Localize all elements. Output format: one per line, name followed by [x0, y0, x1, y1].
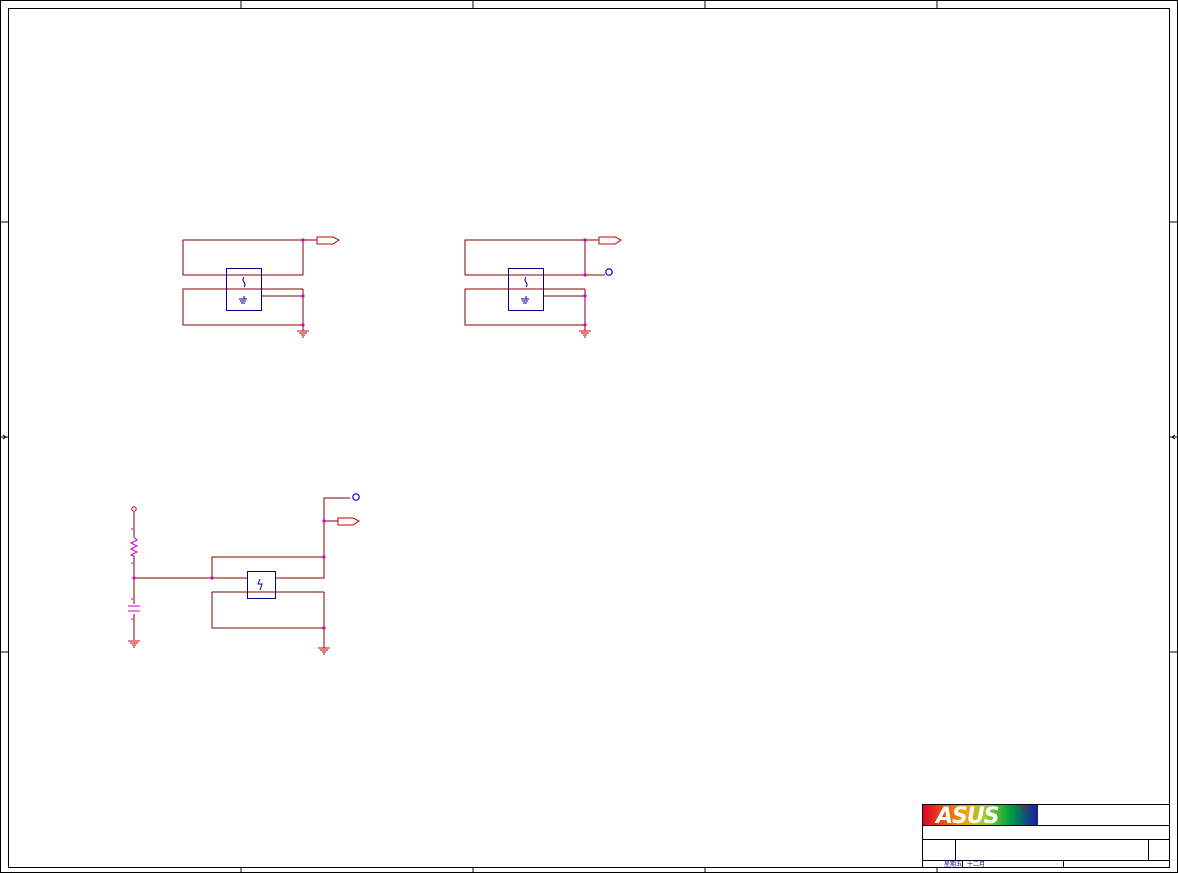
- test-point[interactable]: [352, 493, 360, 501]
- test-point[interactable]: [605, 268, 613, 276]
- junction-dots: [132, 519, 326, 630]
- title-block: ASUS ® 星期五 十二月: [922, 804, 1170, 868]
- output-port[interactable]: [316, 236, 340, 245]
- circuit-bottom-left: [128, 493, 360, 655]
- date-month: 十二月: [967, 860, 985, 868]
- pull-up-terminal: [131, 506, 137, 512]
- output-port[interactable]: [337, 517, 360, 526]
- svg-text:ASUS: ASUS: [934, 804, 999, 829]
- ground-symbol: [579, 330, 591, 338]
- ground-symbol: [318, 647, 330, 655]
- ground-symbol: [297, 330, 309, 338]
- date-weekday: 星期五: [944, 860, 962, 868]
- schematic-sheet: ASUS ® 星期五 十二月: [0, 0, 1178, 873]
- circuit-top-right: [464, 236, 622, 338]
- ground-symbol: [128, 640, 140, 648]
- switch-component[interactable]: [247, 571, 276, 599]
- sheet-border: [0, 0, 1178, 873]
- svg-text:®: ®: [1021, 805, 1028, 813]
- output-port[interactable]: [598, 236, 622, 245]
- circuit-top-left: [182, 236, 340, 338]
